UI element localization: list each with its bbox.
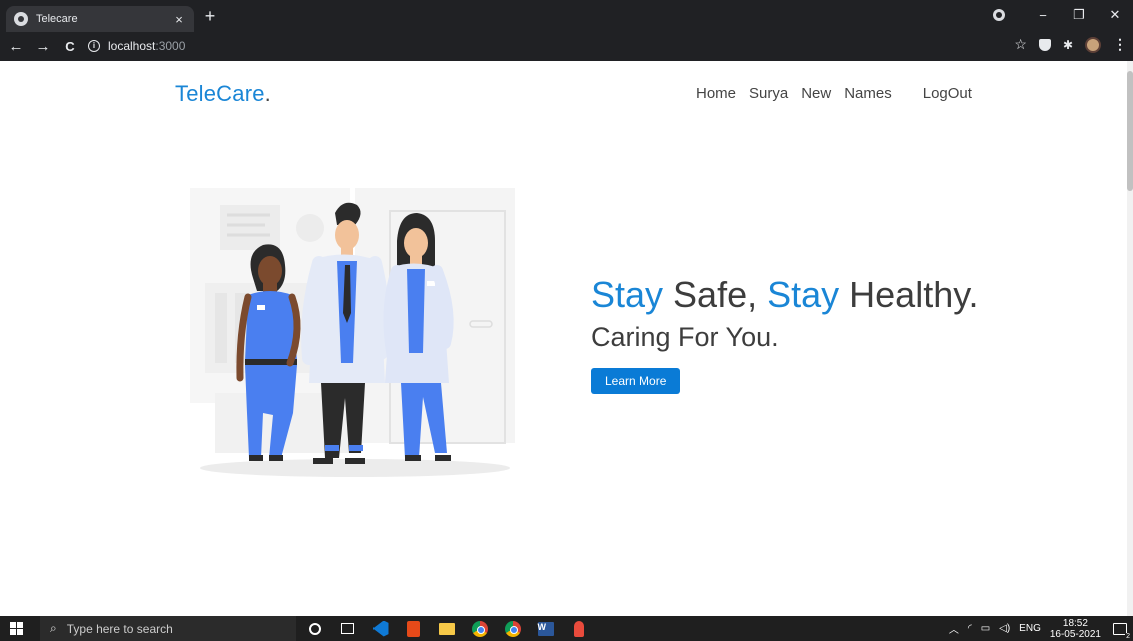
hero-text-block: Stay Safe, Stay Healthy. Caring For You.… xyxy=(591,274,979,394)
nav-new[interactable]: New xyxy=(801,85,831,102)
learn-more-button[interactable]: Learn More xyxy=(591,368,681,394)
toolbar-actions: ☆ ✱ ⋮ xyxy=(1014,36,1127,53)
language-indicator[interactable]: ENG xyxy=(1019,623,1041,634)
chrome-icon[interactable] xyxy=(470,619,489,638)
clock-date: 16-05-2021 xyxy=(1049,628,1101,640)
clock[interactable]: 18:52 16-05-2021 xyxy=(1050,618,1101,640)
restore-button[interactable]: ❐ xyxy=(1061,7,1097,23)
word-icon[interactable]: W xyxy=(536,619,555,638)
taskbar-search-input[interactable]: ⌕ Type here to search xyxy=(40,616,296,641)
windows-taskbar: ⌕ Type here to search W ︿ ◜ ▭ ◁) ENG 18:… xyxy=(0,616,1133,641)
pocket-icon[interactable] xyxy=(1038,38,1051,51)
close-window-button[interactable]: ✕ xyxy=(1097,7,1133,23)
vscode-icon[interactable] xyxy=(371,619,390,638)
clock-time: 18:52 xyxy=(1062,617,1088,629)
battery-icon[interactable]: ▭ xyxy=(981,623,990,634)
minimize-button[interactable]: − xyxy=(1025,8,1061,23)
wifi-icon[interactable]: ◜ xyxy=(968,623,972,634)
tab-close-icon[interactable]: × xyxy=(172,12,186,27)
kebab-menu-icon[interactable]: ⋮ xyxy=(1113,36,1127,53)
browser-chrome: Telecare × + − ❐ ✕ ← → C i localhost :30… xyxy=(0,0,1133,61)
taskbar-apps: W xyxy=(305,619,588,638)
back-arrow-icon[interactable]: ← xyxy=(5,38,27,55)
page-viewport: TeleCare. Home Surya New Names LogOut St… xyxy=(0,61,1133,616)
brand-dot: . xyxy=(264,81,271,106)
address-bar[interactable]: i localhost :3000 xyxy=(88,34,1008,58)
windows-start-icon[interactable] xyxy=(10,622,23,635)
hero-subline: Caring For You. xyxy=(591,322,779,352)
system-tray: ︿ ◜ ▭ ◁) ENG 18:52 16-05-2021 xyxy=(949,616,1133,641)
scroll-thumb[interactable] xyxy=(1127,71,1133,191)
headline-word-healthy: Healthy. xyxy=(839,274,979,315)
brand-part-care: Care xyxy=(216,81,265,106)
browser-tab-telecare[interactable]: Telecare × xyxy=(6,6,194,32)
search-icon: ⌕ xyxy=(50,621,57,635)
chrome-profile-icon[interactable] xyxy=(503,619,522,638)
page-scrollbar[interactable] xyxy=(1127,61,1133,616)
file-explorer-icon[interactable] xyxy=(437,619,456,638)
profile-avatar-icon[interactable] xyxy=(1085,36,1101,53)
brand-logo[interactable]: TeleCare. xyxy=(175,81,271,107)
paint-icon[interactable] xyxy=(569,619,588,638)
headline-word-stay-1: Stay xyxy=(591,274,664,315)
tab-strip: Telecare × + − ❐ ✕ xyxy=(0,0,1133,32)
url-port: :3000 xyxy=(155,39,186,53)
main-nav: Home Surya New Names LogOut xyxy=(696,85,972,102)
new-tab-button[interactable]: + xyxy=(200,6,220,26)
nav-logout[interactable]: LogOut xyxy=(923,85,972,102)
chrome-profile-icon[interactable] xyxy=(993,9,1005,21)
nav-surya[interactable]: Surya xyxy=(749,85,788,102)
nav-names[interactable]: Names xyxy=(844,85,892,102)
doctors-illustration xyxy=(190,188,515,477)
headline-word-stay-2: Stay xyxy=(767,274,840,315)
hero-headline: Stay Safe, Stay Healthy. xyxy=(591,274,979,316)
cortana-icon[interactable] xyxy=(305,619,324,638)
browser-toolbar: ← → C i localhost :3000 ☆ ✱ ⋮ xyxy=(0,32,1133,61)
brand-part-tele: Tele xyxy=(175,81,217,106)
task-view-icon[interactable] xyxy=(338,619,357,638)
headline-word-safe: Safe, xyxy=(663,274,768,315)
reload-icon[interactable]: C xyxy=(59,39,81,54)
forward-arrow-icon[interactable]: → xyxy=(32,38,54,55)
notification-icon[interactable] xyxy=(1113,622,1132,640)
bg-board xyxy=(220,205,280,250)
extensions-puzzle-icon[interactable]: ✱ xyxy=(1063,38,1073,52)
office-icon[interactable] xyxy=(404,619,423,638)
bg-clock xyxy=(296,214,324,242)
info-icon[interactable]: i xyxy=(88,40,100,52)
taskbar-search-placeholder: Type here to search xyxy=(66,621,173,636)
window-controls: − ❐ ✕ xyxy=(993,0,1133,30)
favicon-icon xyxy=(14,12,28,26)
url-host: localhost xyxy=(108,39,156,53)
nav-home[interactable]: Home xyxy=(696,85,736,102)
chevron-up-icon[interactable]: ︿ xyxy=(949,621,959,636)
bookmark-star-icon[interactable]: ☆ xyxy=(1014,36,1027,53)
volume-icon[interactable]: ◁) xyxy=(999,623,1010,634)
tab-title: Telecare xyxy=(36,13,78,25)
